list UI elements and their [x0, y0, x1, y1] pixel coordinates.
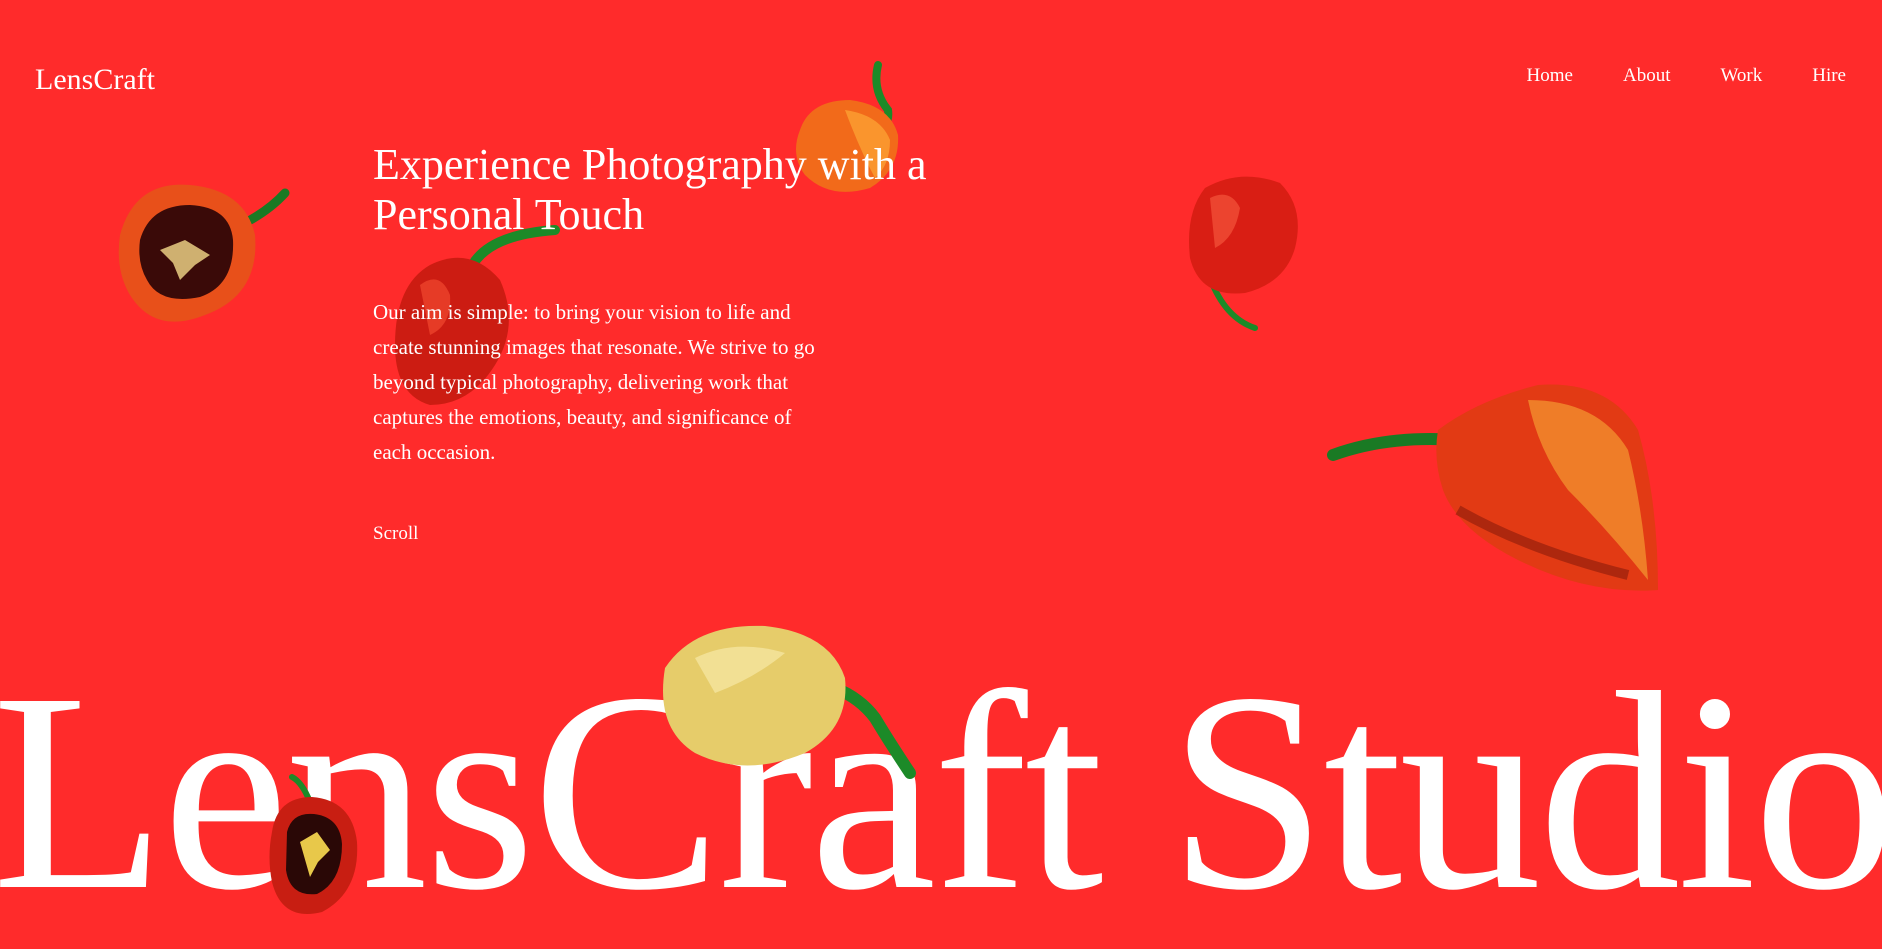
hero-description: Our aim is simple: to bring your vision … — [373, 300, 815, 464]
pepper-image — [115, 175, 315, 335]
main-nav: Home About Work Hire — [1527, 64, 1846, 88]
pepper-image — [262, 772, 372, 922]
scroll-link[interactable]: Scroll — [373, 523, 418, 545]
nav-hire-link[interactable]: Hire — [1812, 64, 1846, 88]
nav-work-link[interactable]: Work — [1720, 64, 1762, 88]
hero-section: Experience Photography with a Personal T… — [373, 140, 993, 545]
pepper-image — [1185, 168, 1305, 338]
nav-about-link[interactable]: About — [1623, 64, 1671, 88]
nav-home-link[interactable]: Home — [1527, 64, 1573, 88]
pepper-image — [655, 618, 925, 779]
pepper-image — [1327, 380, 1668, 600]
site-logo[interactable]: LensCraft — [35, 62, 155, 98]
hero-title: Experience Photography with a Personal T… — [373, 140, 927, 239]
